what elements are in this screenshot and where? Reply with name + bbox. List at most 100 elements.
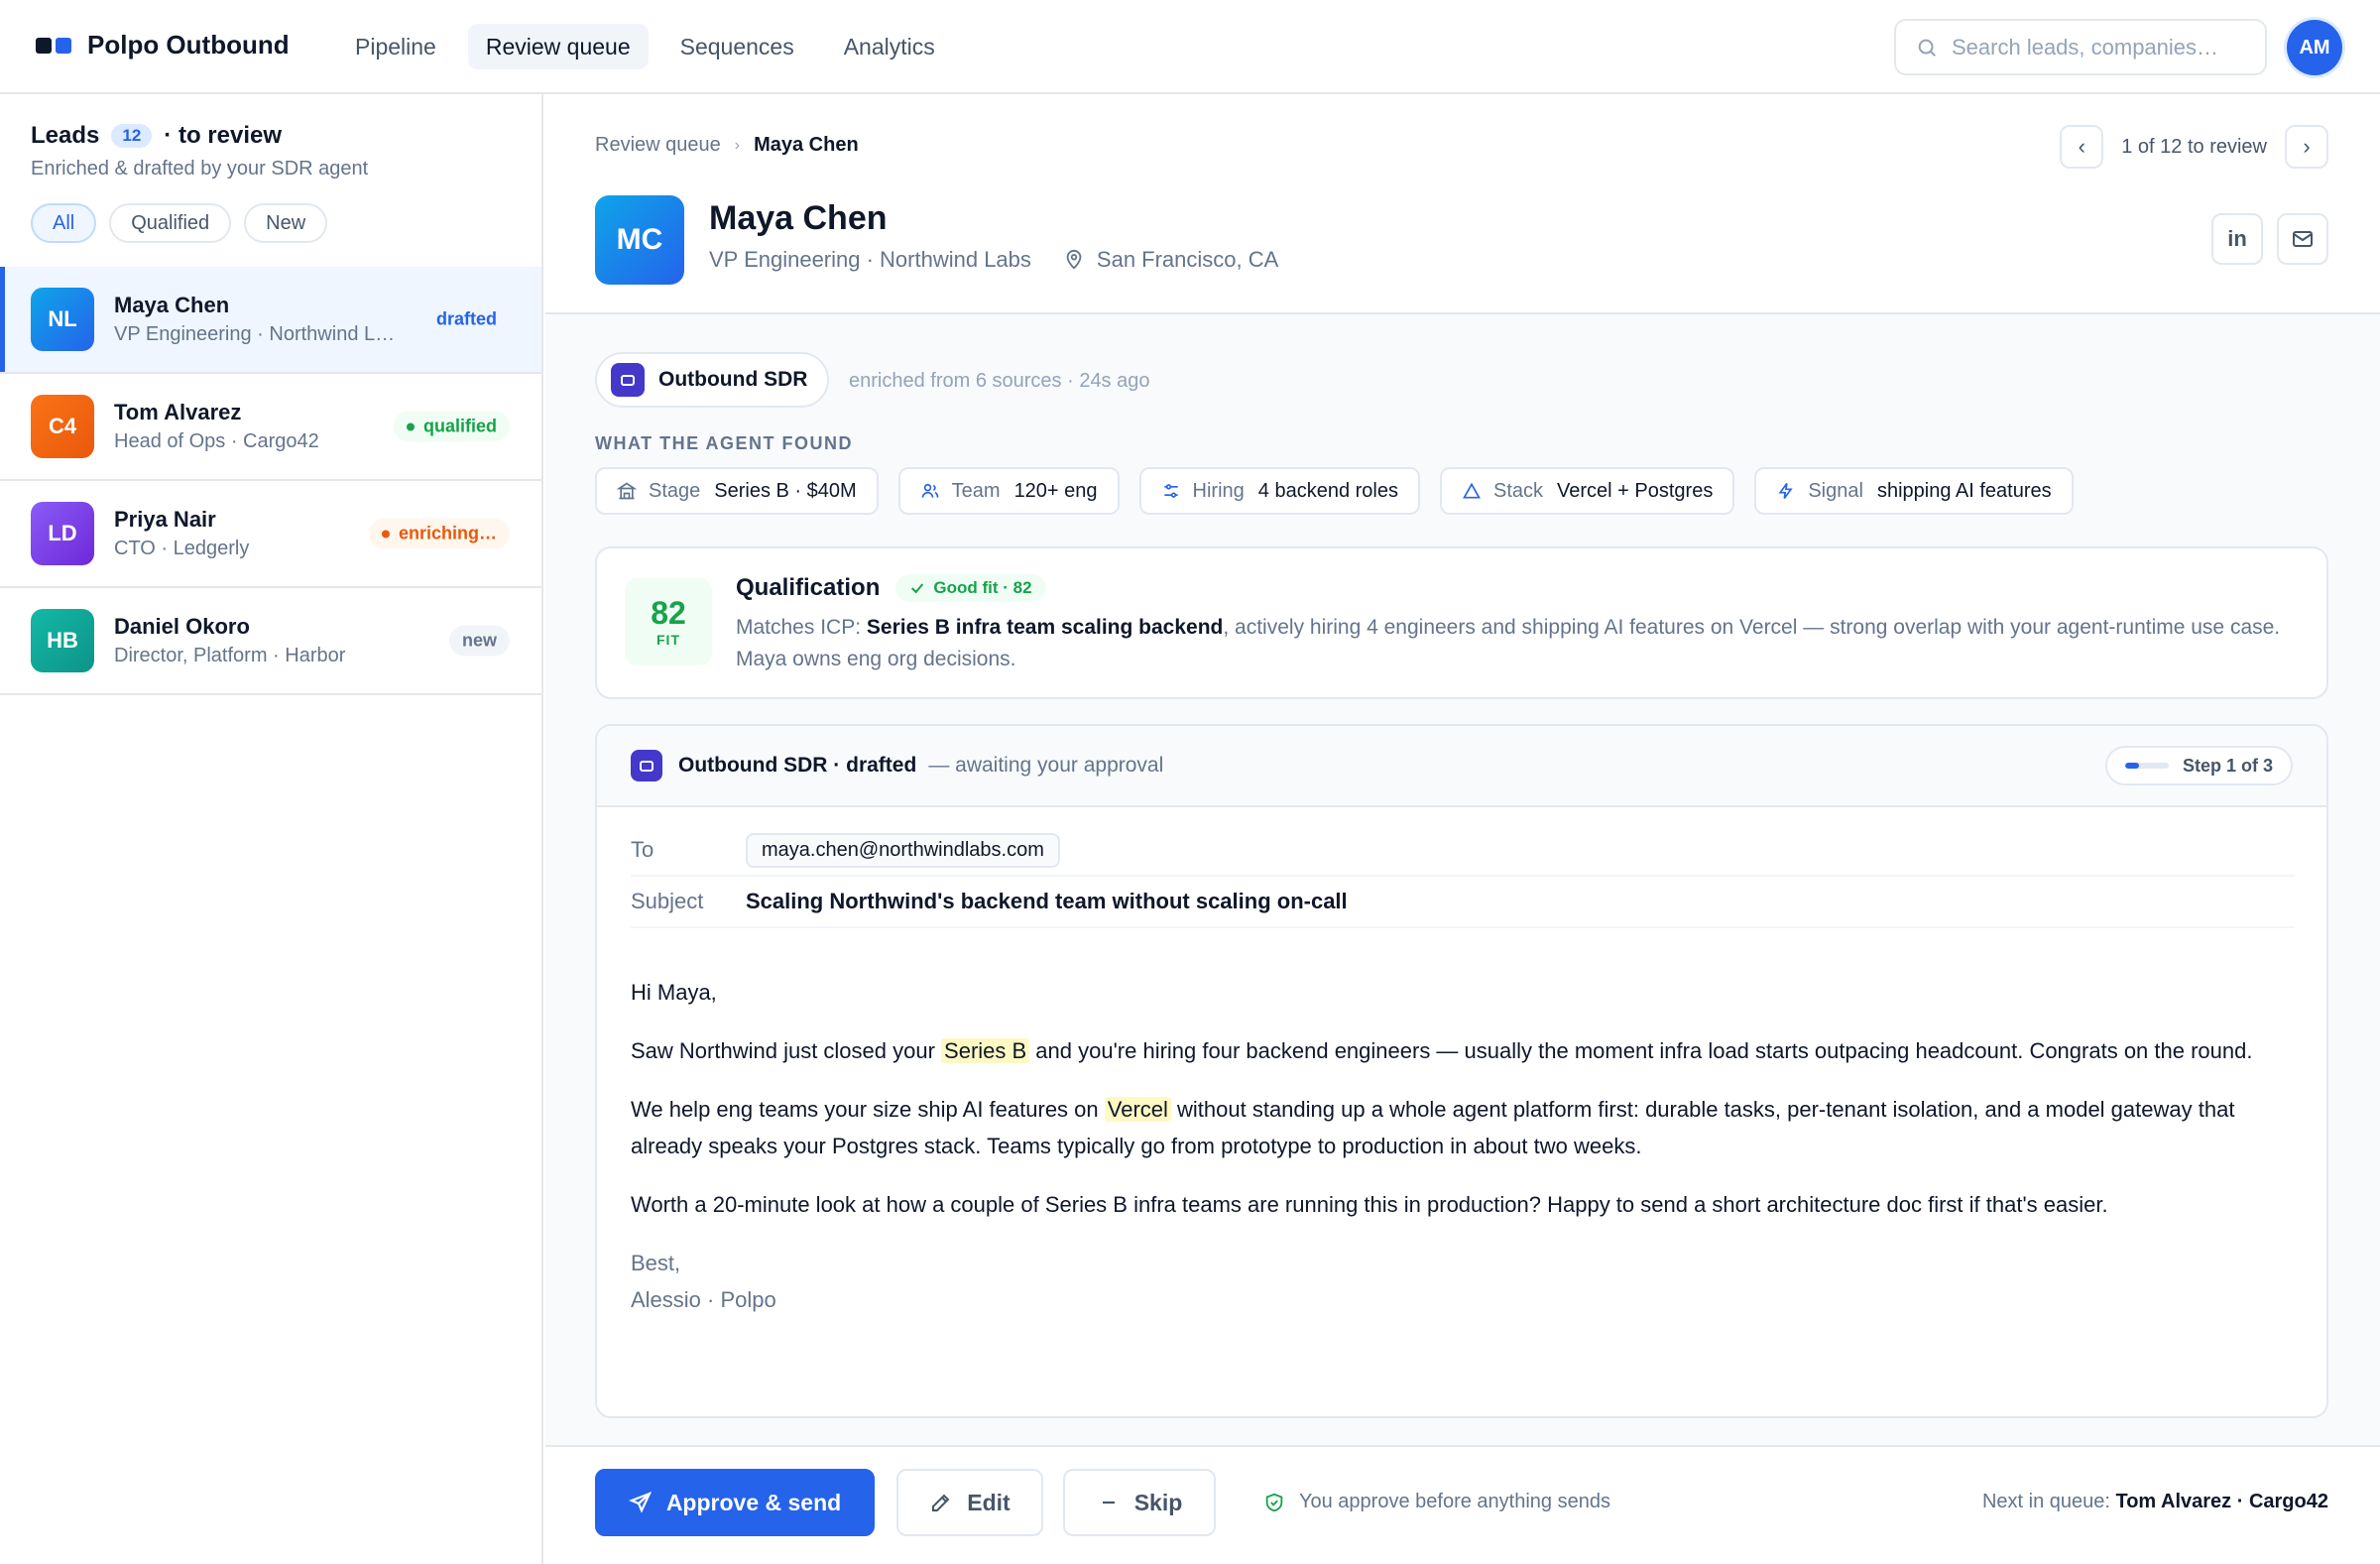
email-body[interactable]: Hi Maya, Saw Northwind just closed your … [631, 974, 2297, 1318]
bank-icon [617, 482, 637, 500]
nav-review-queue[interactable]: Review queue [467, 24, 649, 69]
findings-facts: Stage Series B · $40M Team 120+ eng Hiri… [595, 467, 2074, 515]
email-paragraph-1: Saw Northwind just closed your Series B … [631, 1032, 2297, 1069]
email-text: We help eng teams your size ship AI feat… [631, 1097, 1105, 1122]
status-label: new [461, 630, 497, 651]
email-paragraph-2: We help eng teams your size ship AI feat… [631, 1091, 2297, 1164]
step-label: Step 1 of 3 [2182, 755, 2273, 776]
skip-button[interactable]: Skip [1063, 1469, 1216, 1536]
fact-hiring: Hiring 4 backend roles [1138, 467, 1420, 515]
fit-score-label: FIT [656, 632, 680, 648]
breadcrumb-chevron-icon: › [734, 136, 741, 154]
profile-name: Maya Chen [709, 199, 888, 237]
lead-list: NL Maya Chen VP Engineering · Northwind … [0, 267, 541, 695]
pager-position: 1 of 12 to review [2121, 135, 2267, 158]
email-greeting: Hi Maya, [631, 980, 717, 1005]
email-signoff: Best, [631, 1251, 681, 1275]
breadcrumb-root[interactable]: Review queue [595, 134, 721, 157]
draft-status: — awaiting your approval [928, 754, 1164, 777]
fact-key: Signal [1808, 479, 1863, 502]
approval-notice: You approve before anything sends [1263, 1491, 1610, 1513]
email-text: Saw Northwind just closed your [631, 1038, 942, 1063]
fact-signal: Signal shipping AI features [1754, 467, 2074, 515]
nav-analytics[interactable]: Analytics [826, 24, 953, 69]
next-in-queue: Next in queue: Tom Alvarez · Cargo42 [1982, 1491, 2328, 1513]
leads-sidebar: Leads 12 · to review Enriched & drafted … [0, 94, 543, 1564]
fact-key: Stack [1493, 479, 1544, 502]
status-badge: new [448, 625, 510, 657]
user-avatar[interactable]: AM [2287, 20, 2342, 75]
lead-item-tom-alvarez[interactable]: C4 Tom Alvarez Head of Ops · Cargo42 qua… [0, 374, 541, 481]
agent-name: Outbound SDR [658, 368, 808, 391]
next-in-queue-value[interactable]: Tom Alvarez · Cargo42 [2115, 1491, 2328, 1512]
status-badge: drafted [423, 304, 510, 335]
lead-info: Priya Nair CTO · Ledgerly [114, 507, 402, 560]
fact-key: Team [951, 479, 1001, 502]
lead-info: Daniel Okoro Director, Platform · Harbor [114, 614, 402, 667]
agent-bot-icon [611, 363, 645, 397]
status-badge: qualified [393, 411, 510, 442]
location-pin-icon [1066, 249, 1082, 270]
leads-count-badge: 12 [111, 124, 153, 148]
status-dot-icon [406, 422, 415, 430]
filter-new[interactable]: New [244, 203, 328, 243]
draft-header: Outbound SDR · drafted — awaiting your a… [597, 726, 2326, 807]
search-input[interactable] [1952, 34, 2239, 60]
email-text: and you're hiring four backend engineers… [1029, 1038, 2253, 1063]
lead-role: Director, Platform · Harbor [114, 645, 346, 666]
approve-send-button[interactable]: Approve & send [595, 1469, 875, 1536]
lead-item-daniel-okoro[interactable]: HB Daniel Okoro Director, Platform · Har… [0, 588, 541, 695]
subject-field-row: Subject Scaling Northwind's backend team… [631, 877, 2295, 928]
approve-send-label: Approve & send [665, 1489, 842, 1515]
search-box[interactable] [1894, 19, 2267, 75]
filter-all[interactable]: All [31, 203, 97, 243]
edit-button[interactable]: Edit [896, 1469, 1043, 1536]
lead-body: Outbound SDR enriched from 6 sources · 2… [545, 314, 2380, 1445]
to-label: To [631, 837, 654, 862]
lead-avatar: HB [31, 609, 94, 672]
draft-title: Outbound SDR · drafted — awaiting your a… [631, 750, 1163, 782]
action-bar: Approve & send Edit Skip You approve bef… [545, 1445, 2380, 1564]
nav-pipeline[interactable]: Pipeline [337, 24, 454, 69]
pencil-icon [932, 1494, 950, 1511]
triangle-icon [1463, 482, 1481, 499]
brand[interactable]: Polpo Outbound [36, 30, 290, 60]
skip-label: Skip [1133, 1489, 1183, 1515]
sliders-icon [1163, 484, 1178, 498]
nav-sequences[interactable]: Sequences [662, 24, 812, 69]
bolt-icon [1778, 483, 1793, 499]
recipient-chip[interactable]: maya.chen@northwindlabs.com [746, 832, 1060, 868]
lead-name: Tom Alvarez [114, 400, 242, 424]
personalization-highlight: Vercel [1104, 1097, 1171, 1122]
lead-name: Maya Chen [114, 293, 230, 317]
findings-label: WHAT THE AGENT FOUND [595, 433, 853, 453]
sidebar-title: Leads 12 · to review [31, 122, 368, 150]
fact-stage: Stage Series B · $40M [595, 467, 879, 515]
lead-role: CTO · Ledgerly [114, 538, 250, 559]
fact-value: shipping AI features [1876, 479, 2052, 502]
sidebar-subtitle: Enriched & drafted by your SDR agent [31, 158, 369, 180]
fit-score-value: 82 [651, 595, 686, 631]
to-field-row: To maya.chen@northwindlabs.com [631, 825, 2295, 877]
lead-item-maya-chen[interactable]: NL Maya Chen VP Engineering · Northwind … [0, 267, 541, 374]
prev-lead-button[interactable]: ‹ [2060, 125, 2104, 169]
lead-item-priya-nair[interactable]: LD Priya Nair CTO · Ledgerly enriching… [0, 481, 541, 588]
approval-notice-text: You approve before anything sends [1299, 1491, 1610, 1512]
next-lead-button[interactable]: › [2285, 125, 2328, 169]
status-label: drafted [435, 308, 497, 329]
filter-qualified[interactable]: Qualified [109, 203, 232, 243]
subject-field[interactable]: Scaling Northwind's backend team without… [746, 889, 1348, 914]
send-icon [628, 1491, 652, 1513]
sidebar-header: Leads 12 · to review Enriched & drafted … [31, 122, 368, 180]
lead-detail: Review queue › Maya Chen ‹ 1 of 12 to re… [545, 94, 2380, 1564]
sequence-step: Step 1 of 3 [2104, 746, 2293, 785]
sidebar-title-label: Leads [31, 122, 100, 149]
edit-label: Edit [967, 1489, 1011, 1515]
subject-label: Subject [631, 889, 704, 913]
agent-bot-icon [631, 750, 662, 782]
status-label: enriching… [398, 523, 497, 543]
lead-name: Daniel Okoro [114, 614, 250, 639]
shield-check-icon [1265, 1493, 1283, 1511]
linkedin-button[interactable]: in [2211, 213, 2263, 265]
email-button[interactable] [2277, 213, 2328, 265]
